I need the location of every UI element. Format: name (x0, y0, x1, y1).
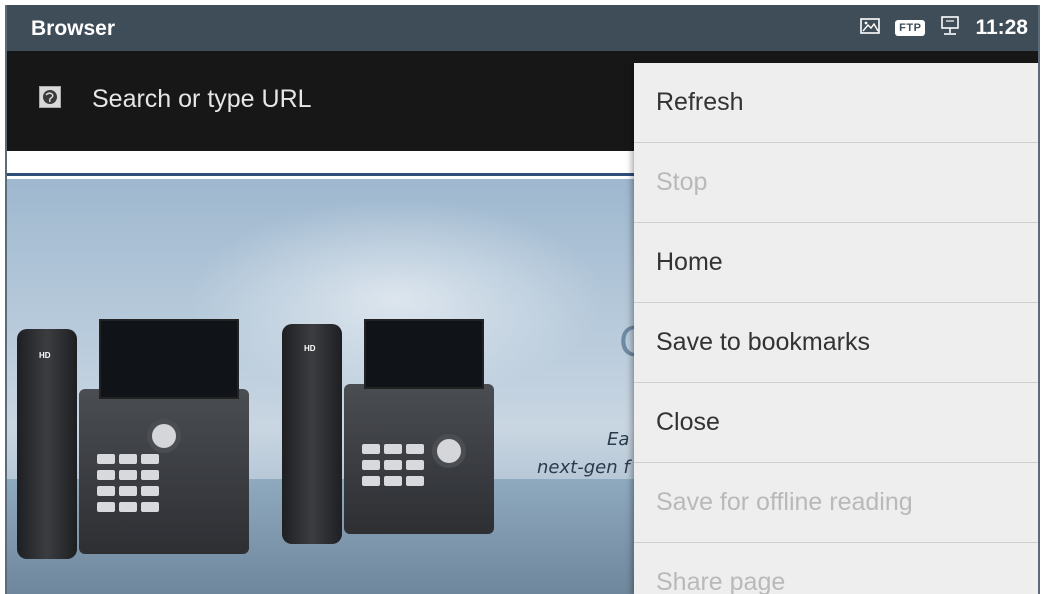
banner-tagline-1: Ea (607, 429, 630, 450)
menu-item-home[interactable]: Home (634, 223, 1038, 303)
globe-icon[interactable] (39, 86, 61, 108)
phone-key (97, 470, 115, 480)
phone-screen (99, 319, 239, 399)
phone-key (141, 454, 159, 464)
phone-key (362, 476, 380, 486)
url-input[interactable] (92, 81, 612, 117)
phone-nav-pad (432, 434, 466, 468)
phone-handset (282, 324, 342, 544)
ip-phone-image-2: HD (282, 294, 497, 544)
status-bar: Browser FTP 11:28 (7, 5, 1038, 51)
phone-key (141, 470, 159, 480)
phone-key (406, 460, 424, 470)
menu-item-close[interactable]: Close (634, 383, 1038, 463)
menu-item-share-page[interactable]: Share page (634, 543, 1038, 594)
menu-item-refresh[interactable]: Refresh (634, 63, 1038, 143)
phone-hd-badge: HD (39, 351, 51, 360)
phone-hd-badge: HD (304, 344, 316, 353)
ip-phone-image-1: HD (17, 289, 257, 559)
phone-handset (17, 329, 77, 559)
phone-key (97, 502, 115, 512)
phone-key (384, 460, 402, 470)
phone-key (362, 444, 380, 454)
phone-key (119, 454, 137, 464)
app-title: Browser (31, 17, 116, 40)
ftp-badge: FTP (895, 20, 926, 36)
menu-item-stop[interactable]: Stop (634, 143, 1038, 223)
phone-key (141, 486, 159, 496)
status-icons: FTP 11:28 (859, 14, 1028, 42)
phone-key (97, 486, 115, 496)
phone-body (344, 384, 494, 534)
browser-overflow-menu: Refresh Stop Home Save to bookmarks Clos… (634, 63, 1038, 594)
phone-key (406, 476, 424, 486)
phone-key (97, 454, 115, 464)
phone-key (141, 502, 159, 512)
banner-tagline-2: next-gen f (537, 457, 630, 478)
phone-key (119, 486, 137, 496)
clock: 11:28 (975, 16, 1028, 39)
network-icon (939, 15, 961, 42)
phone-key (406, 444, 424, 454)
phone-nav-pad (147, 419, 181, 453)
phone-key (119, 470, 137, 480)
browser-window: Browser FTP 11:28 Search or type URL Ea … (5, 5, 1040, 594)
phone-key (119, 502, 137, 512)
phone-key (362, 460, 380, 470)
image-icon (859, 16, 881, 41)
menu-item-save-offline[interactable]: Save for offline reading (634, 463, 1038, 543)
menu-item-save-to-bookmarks[interactable]: Save to bookmarks (634, 303, 1038, 383)
phone-screen (364, 319, 484, 389)
phone-key (384, 444, 402, 454)
phone-key (384, 476, 402, 486)
